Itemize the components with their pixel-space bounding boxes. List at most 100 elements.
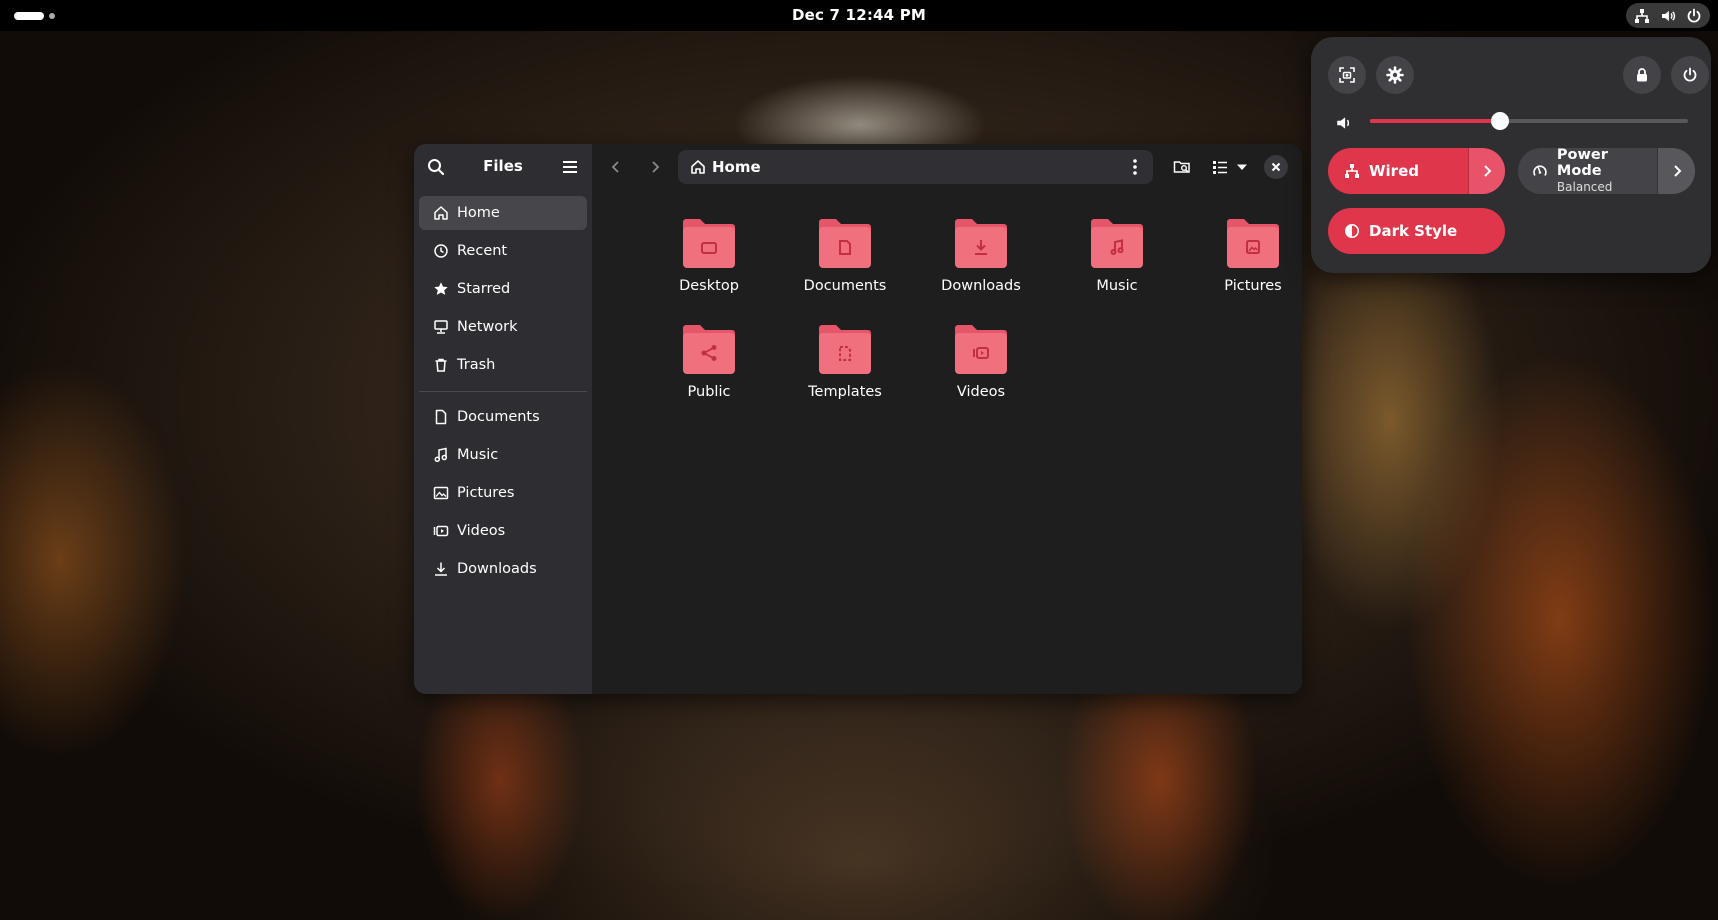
dark-style-icon	[1345, 224, 1359, 238]
wired-toggle-main[interactable]: Wired	[1328, 148, 1468, 194]
search-button[interactable]	[423, 154, 449, 180]
sidebar-item-label: Pictures	[457, 485, 515, 501]
volume-slider[interactable]	[1370, 112, 1688, 130]
search-in-folder-button[interactable]	[1168, 153, 1196, 181]
power-mode-label: Power Mode	[1556, 148, 1608, 179]
sidebar-item-label: Network	[457, 319, 518, 335]
video-icon	[433, 523, 449, 539]
main-menu-button[interactable]	[557, 154, 583, 180]
vertical-dots-icon	[1133, 159, 1137, 175]
power-mode-toggle[interactable]: Power Mode Balanced	[1518, 148, 1695, 194]
folder-desktop[interactable]: Desktop	[649, 216, 769, 308]
picture-icon	[433, 485, 449, 501]
search-icon	[428, 159, 445, 176]
volume-icon	[1660, 8, 1676, 24]
activities-indicator[interactable]	[14, 11, 55, 20]
power-mode-main[interactable]: Power Mode Balanced	[1518, 148, 1657, 194]
music-icon	[433, 447, 449, 463]
sidebar-item-home[interactable]: Home	[419, 196, 587, 230]
volume-icon[interactable]	[1335, 114, 1353, 132]
power-off-button[interactable]	[1671, 56, 1709, 94]
clock[interactable]: Dec 7 12:44 PM	[792, 6, 926, 24]
sidebar-item-pictures[interactable]: Pictures	[419, 476, 587, 510]
folder-downloads[interactable]: Downloads	[921, 216, 1041, 308]
content-header: Home	[592, 144, 1302, 188]
download-icon	[433, 561, 449, 577]
screenshot-button[interactable]	[1328, 56, 1366, 94]
public-folder-icon	[682, 322, 736, 376]
volume-slider-fill	[1370, 119, 1501, 123]
back-button[interactable]	[602, 153, 630, 181]
sidebar-item-downloads[interactable]: Downloads	[419, 552, 587, 586]
folder-label: Public	[687, 384, 731, 400]
folder-label: Downloads	[941, 278, 1021, 294]
desktop-background: Dec 7 12:44 PM Files Home Recent Starred…	[0, 0, 1718, 920]
list-view-button[interactable]	[1206, 153, 1234, 181]
sidebar-item-videos[interactable]: Videos	[419, 514, 587, 548]
gear-icon	[1386, 66, 1404, 84]
bookmarks-list: Documents Music Pictures Videos Download…	[419, 400, 587, 590]
forward-button[interactable]	[641, 153, 669, 181]
dark-style-label: Dark Style	[1369, 222, 1458, 240]
folder-public[interactable]: Public	[649, 322, 769, 414]
pictures-folder-icon	[1226, 216, 1280, 270]
app-title: Files	[483, 157, 523, 175]
folder-videos[interactable]: Videos	[921, 322, 1041, 414]
folder-label: Templates	[808, 384, 882, 400]
sidebar-item-label: Trash	[457, 357, 496, 373]
sidebar-item-music[interactable]: Music	[419, 438, 587, 472]
files-window: Files Home Recent Starred Network Trash …	[414, 144, 1302, 694]
settings-button[interactable]	[1376, 56, 1414, 94]
sidebar-item-documents[interactable]: Documents	[419, 400, 587, 434]
chevron-left-icon	[611, 161, 619, 173]
workspace-active-indicator	[14, 11, 44, 20]
sidebar-item-label: Videos	[457, 523, 506, 539]
folder-music[interactable]: Music	[1057, 216, 1177, 308]
sidebar-item-trash[interactable]: Trash	[419, 348, 587, 382]
chevron-right-icon	[1673, 165, 1681, 177]
network-icon	[433, 319, 449, 335]
sidebar-item-label: Home	[457, 205, 500, 221]
lock-icon	[1637, 68, 1647, 82]
view-options-dropdown[interactable]	[1232, 153, 1252, 181]
home-icon	[690, 159, 706, 175]
power-mode-menu-arrow[interactable]	[1657, 148, 1695, 194]
wired-network-toggle[interactable]: Wired	[1328, 148, 1505, 194]
downloads-folder-icon	[954, 216, 1008, 270]
wired-label: Wired	[1369, 162, 1419, 180]
documents-folder-icon	[818, 216, 872, 270]
star-icon	[433, 281, 449, 297]
power-profile-icon	[1533, 165, 1547, 176]
power-icon	[1686, 8, 1702, 24]
current-location-label: Home	[712, 158, 761, 176]
trash-icon	[433, 357, 449, 373]
hamburger-menu-icon	[563, 161, 577, 173]
chevron-right-icon	[1484, 165, 1492, 177]
sidebar-item-label: Recent	[457, 243, 508, 259]
wired-network-icon	[1345, 164, 1359, 178]
quick-settings-panel: Wired Power Mode Balanced Dark Style	[1311, 37, 1711, 273]
system-status-area[interactable]	[1626, 3, 1710, 28]
sidebar-item-network[interactable]: Network	[419, 310, 587, 344]
folder-documents[interactable]: Documents	[785, 216, 905, 308]
sidebar-header: Files	[414, 144, 592, 188]
wired-menu-arrow[interactable]	[1468, 148, 1505, 194]
folder-templates[interactable]: Templates	[785, 322, 905, 414]
dark-style-toggle[interactable]: Dark Style	[1328, 208, 1505, 254]
screenshot-icon	[1339, 67, 1355, 83]
desktop-folder-icon	[682, 216, 736, 270]
sidebar-item-recent[interactable]: Recent	[419, 234, 587, 268]
folder-label: Music	[1096, 278, 1138, 294]
clock-icon	[433, 243, 449, 259]
path-bar[interactable]: Home	[678, 150, 1153, 184]
folder-label: Desktop	[679, 278, 739, 294]
sidebar-item-label: Music	[457, 447, 499, 463]
location-menu-button[interactable]	[1123, 154, 1147, 180]
folder-pictures[interactable]: Pictures	[1193, 216, 1302, 308]
home-icon	[433, 205, 449, 221]
sidebar-item-starred[interactable]: Starred	[419, 272, 587, 306]
chevron-right-icon	[652, 161, 660, 173]
lock-screen-button[interactable]	[1623, 56, 1661, 94]
volume-slider-handle[interactable]	[1491, 112, 1510, 130]
close-window-button[interactable]	[1264, 155, 1288, 179]
